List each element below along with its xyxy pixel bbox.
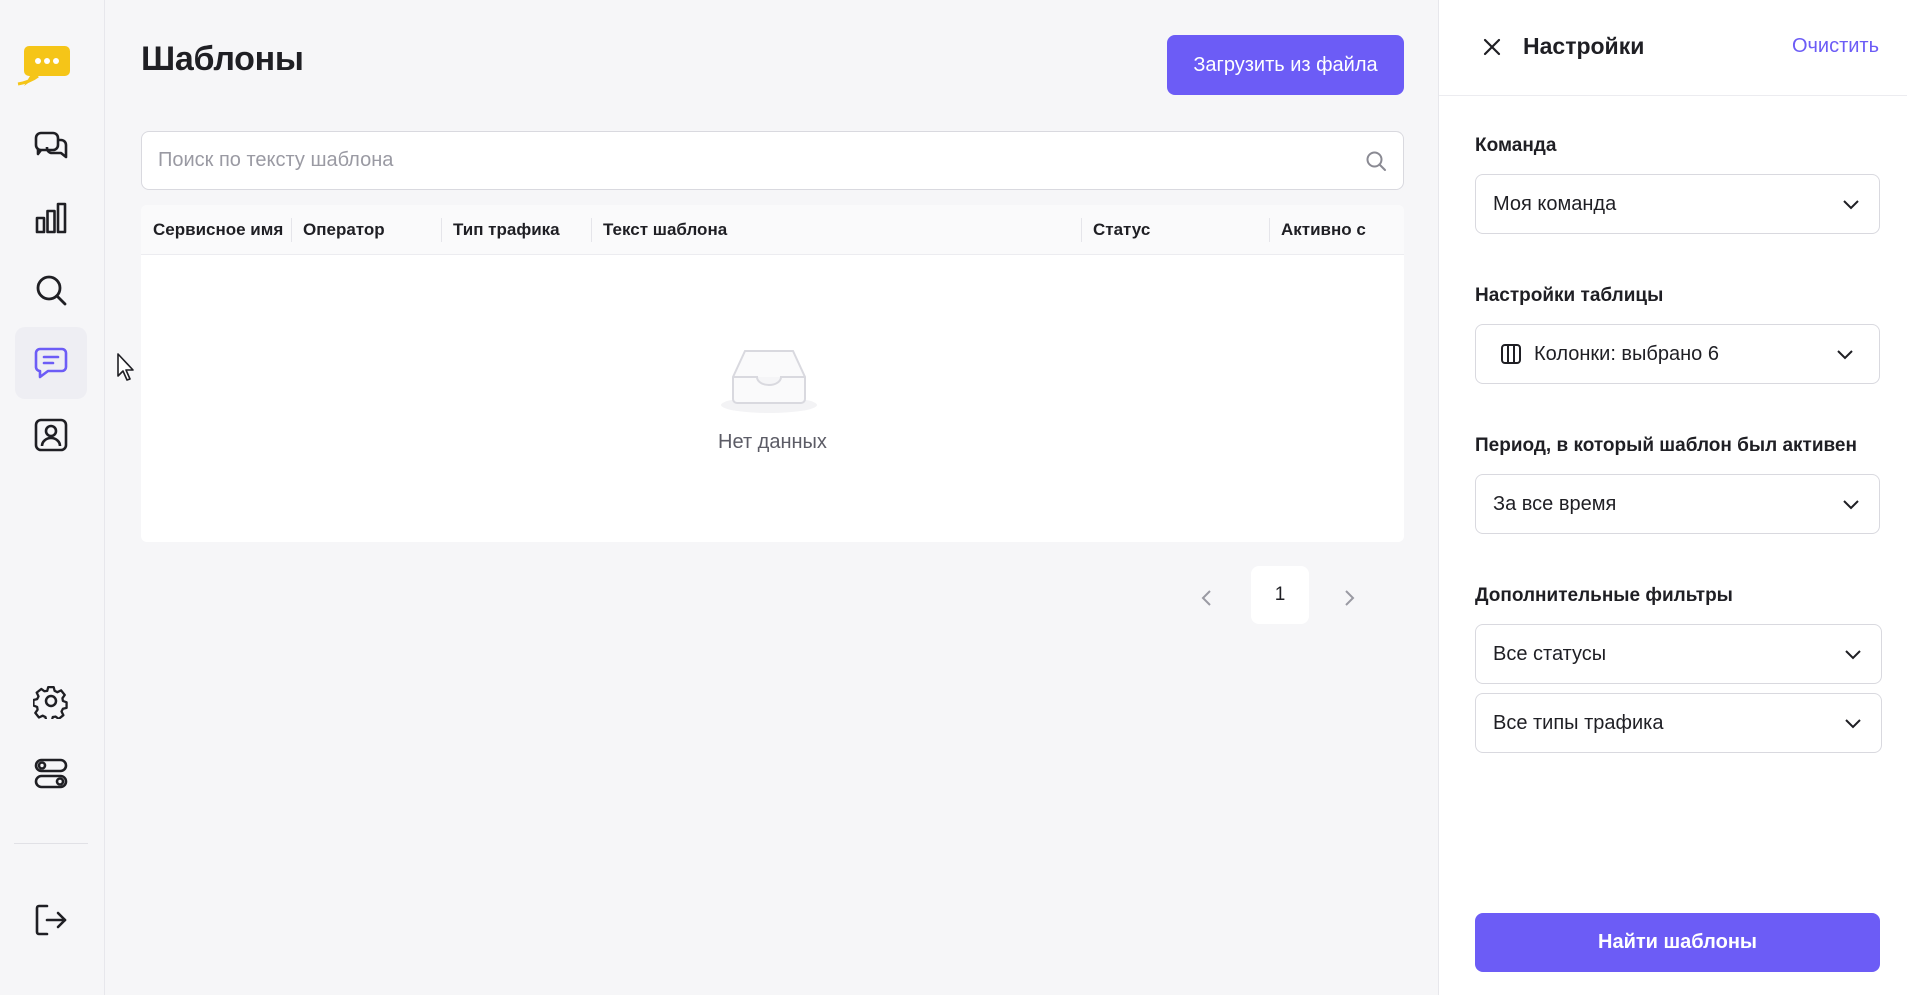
chevron-left-icon bbox=[1201, 590, 1211, 606]
table-header: Сервисное имя Оператор Тип трафика Текст… bbox=[141, 205, 1404, 255]
logout-icon bbox=[35, 904, 67, 936]
settings-panel: Настройки Очистить Команда Моя команда Н… bbox=[1438, 0, 1907, 995]
column-header-active-from[interactable]: Активно с bbox=[1269, 205, 1404, 255]
sidebar-item-templates[interactable] bbox=[15, 327, 87, 399]
columns-select[interactable]: Колонки: выбрано 6 bbox=[1475, 324, 1880, 384]
empty-state: Нет данных bbox=[141, 255, 1404, 542]
column-header-status[interactable]: Статус bbox=[1081, 205, 1269, 255]
team-select-value: Моя команда bbox=[1493, 193, 1617, 215]
sidebar-item-chats[interactable] bbox=[15, 110, 87, 182]
columns-select-value: Колонки: выбрано 6 bbox=[1534, 343, 1719, 365]
chats-icon bbox=[34, 131, 68, 159]
empty-inbox-icon bbox=[721, 350, 817, 413]
logo-icon[interactable] bbox=[16, 44, 74, 88]
sidebar bbox=[0, 0, 105, 995]
status-select-value: Все статусы bbox=[1493, 643, 1607, 665]
period-select[interactable]: За все время bbox=[1475, 474, 1880, 534]
team-label: Команда bbox=[1475, 135, 1557, 156]
mouse-cursor-icon bbox=[117, 353, 134, 381]
column-header-service-name[interactable]: Сервисное имя bbox=[141, 205, 291, 255]
pagination-page[interactable]: 1 bbox=[1251, 566, 1309, 624]
chevron-down-icon bbox=[1845, 719, 1861, 729]
table-settings-label: Настройки таблицы bbox=[1475, 285, 1664, 306]
templates-table: Сервисное имя Оператор Тип трафика Текст… bbox=[141, 205, 1404, 542]
chevron-right-icon bbox=[1345, 590, 1355, 606]
clear-button[interactable]: Очистить bbox=[1792, 35, 1879, 58]
traffic-type-select[interactable]: Все типы трафика bbox=[1475, 693, 1882, 753]
page-title: Шаблоны bbox=[141, 40, 304, 78]
panel-title: Настройки bbox=[1523, 33, 1645, 59]
period-label: Период, в который шаблон был активен bbox=[1475, 435, 1857, 456]
sidebar-item-search[interactable] bbox=[15, 254, 87, 326]
team-select[interactable]: Моя команда bbox=[1475, 174, 1880, 234]
sidebar-divider bbox=[14, 843, 88, 844]
pagination-prev-button[interactable] bbox=[1187, 578, 1227, 618]
column-header-template-text[interactable]: Текст шаблона bbox=[591, 205, 1081, 255]
template-search bbox=[141, 131, 1404, 190]
upload-from-file-button[interactable]: Загрузить из файла bbox=[1167, 35, 1404, 95]
period-select-value: За все время bbox=[1493, 493, 1617, 515]
status-select[interactable]: Все статусы bbox=[1475, 624, 1882, 684]
find-templates-button[interactable]: Найти шаблоны bbox=[1475, 913, 1880, 972]
empty-state-text: Нет данных bbox=[718, 431, 827, 453]
columns-icon bbox=[1501, 344, 1521, 364]
templates-message-icon bbox=[34, 347, 68, 379]
sidebar-item-analytics[interactable] bbox=[15, 182, 87, 254]
search-input[interactable] bbox=[158, 132, 1338, 189]
bar-chart-icon bbox=[35, 202, 67, 234]
sidebar-item-contacts[interactable] bbox=[15, 399, 87, 471]
sidebar-item-settings[interactable] bbox=[15, 665, 87, 737]
search-icon[interactable] bbox=[1365, 150, 1387, 172]
chevron-down-icon bbox=[1845, 650, 1861, 660]
chevron-down-icon bbox=[1843, 200, 1859, 210]
pagination-next-button[interactable] bbox=[1329, 578, 1369, 618]
main-content: Шаблоны Загрузить из файла Сервисное имя… bbox=[105, 0, 1438, 995]
chevron-down-icon bbox=[1843, 500, 1859, 510]
gear-icon bbox=[33, 685, 68, 719]
toggles-icon bbox=[34, 758, 68, 789]
search-icon bbox=[36, 275, 67, 306]
traffic-type-select-value: Все типы трафика bbox=[1493, 712, 1664, 734]
column-header-operator[interactable]: Оператор bbox=[291, 205, 441, 255]
close-icon[interactable] bbox=[1481, 36, 1503, 58]
sidebar-item-integrations[interactable] bbox=[15, 737, 87, 809]
extra-filters-label: Дополнительные фильтры bbox=[1475, 585, 1733, 606]
contact-card-icon bbox=[34, 418, 68, 452]
chevron-down-icon bbox=[1837, 350, 1853, 360]
panel-header: Настройки Очистить bbox=[1439, 0, 1907, 96]
sidebar-item-logout[interactable] bbox=[15, 884, 87, 956]
column-header-traffic-type[interactable]: Тип трафика bbox=[441, 205, 591, 255]
